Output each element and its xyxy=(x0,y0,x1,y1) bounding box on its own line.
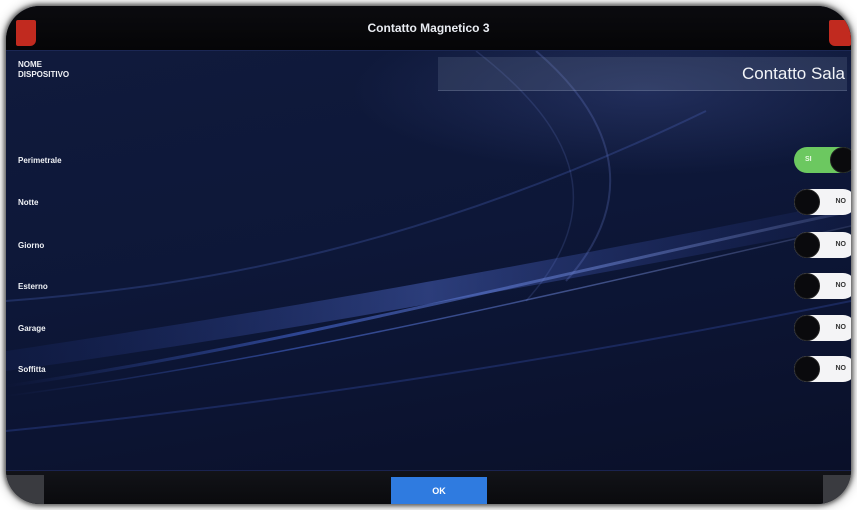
device-name-label-line1: NOME xyxy=(18,60,42,69)
toggle-perimetrale[interactable]: SI xyxy=(794,147,851,173)
background-swoosh xyxy=(6,51,851,432)
toggle-state-label: NO xyxy=(835,365,847,372)
device-name-label: NOME DISPOSITIVO xyxy=(18,60,69,80)
toggle-garage[interactable]: NO xyxy=(794,315,851,341)
toggle-state-label: SI xyxy=(805,156,812,163)
toggle-soffitta[interactable]: NO xyxy=(794,356,851,382)
toggle-notte[interactable]: NO xyxy=(794,189,851,215)
ok-button[interactable]: OK xyxy=(391,477,487,504)
zone-label-giorno: Giorno xyxy=(18,241,45,250)
right-corner-button[interactable] xyxy=(829,20,851,46)
toggle-knob xyxy=(794,189,820,215)
zone-label-notte: Notte xyxy=(18,198,39,207)
toggle-state-label: NO xyxy=(835,241,847,248)
title-bar: Contatto Magnetico 3 xyxy=(6,6,851,51)
toggle-state-label: NO xyxy=(835,282,847,289)
toggle-giorno[interactable]: NO xyxy=(794,232,851,258)
toggle-knob xyxy=(794,232,820,258)
device-name-label-line2: DISPOSITIVO xyxy=(18,70,70,79)
zone-label-soffitta: Soffitta xyxy=(18,365,46,374)
toggle-state-label: NO xyxy=(835,198,847,205)
toggle-knob xyxy=(794,315,820,341)
footer-left-button[interactable] xyxy=(6,475,44,504)
device-name-field[interactable] xyxy=(438,57,847,91)
toggle-knob xyxy=(830,147,851,173)
toggle-knob xyxy=(794,356,820,382)
zone-label-perimetrale: Perimetrale xyxy=(18,156,62,165)
zone-label-esterno: Esterno xyxy=(18,282,48,291)
dialog-window: Contatto Magnetico 3 NOME DISPOSITIVO Co… xyxy=(6,6,851,504)
zone-label-garage: Garage xyxy=(18,324,46,333)
settings-panel: NOME DISPOSITIVO Perimetrale SI Notte NO… xyxy=(6,51,851,470)
dialog-title: Contatto Magnetico 3 xyxy=(367,21,490,35)
footer-right-button[interactable] xyxy=(823,475,851,504)
device-name-input[interactable] xyxy=(438,57,847,90)
toggle-state-label: NO xyxy=(835,324,847,331)
left-corner-button[interactable] xyxy=(16,20,36,46)
dialog-footer: OK xyxy=(6,470,851,504)
toggle-knob xyxy=(794,273,820,299)
toggle-esterno[interactable]: NO xyxy=(794,273,851,299)
